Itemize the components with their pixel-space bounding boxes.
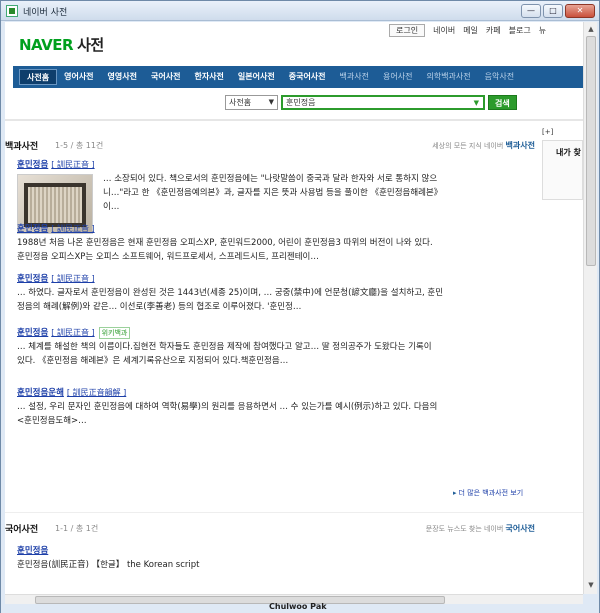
- result-snippet-line: 훈민정음 오피스XP는 오피스 소프트웨어, 워드프로세서, 스프레드시트, 프…: [17, 252, 319, 262]
- section-tag: 문장도 뉴스도 찾는 네이버 국어사전: [426, 523, 535, 534]
- category-tab[interactable]: 사전홈: [19, 69, 58, 85]
- search-input[interactable]: 훈민정음 ▼: [281, 95, 485, 110]
- result-snippet-line: 니…"라고 한 《훈민정음예의본》과, 글자를 지은 뜻과 사용법 등을 풀이한…: [103, 188, 443, 198]
- result-snippet-line: <훈민정음도해>…: [17, 416, 87, 426]
- status-text: Chulwoo Pak: [269, 602, 327, 611]
- gnb-link-blog[interactable]: 블로그: [509, 25, 531, 36]
- naver-logo[interactable]: NAVER 사전: [19, 34, 104, 55]
- encyclopedia-result: 훈민정음[ 訓民正音 ] 위키백과 … 체계를 해설한 책의 이름이다.집현전 학자…: [17, 326, 537, 368]
- category-tab[interactable]: 의학백과사전: [419, 69, 477, 85]
- gnb-link-naver[interactable]: 네이버: [433, 25, 455, 36]
- encyclopedia-header: 백과사전 1-5 / 총 11건 세상의 모든 지식 네이버 백과사전: [5, 139, 535, 153]
- gnb-link-news[interactable]: 뉴: [539, 25, 546, 36]
- section-count: 1-5 / 총 11건: [55, 141, 104, 150]
- chevron-down-icon: ▼: [268, 98, 274, 106]
- category-tab[interactable]: 음악사전: [478, 69, 521, 85]
- app-icon: [6, 5, 18, 17]
- my-search-box: 내가 찾: [542, 140, 583, 200]
- category-tab[interactable]: 중국어사전: [282, 69, 333, 85]
- scroll-thumb[interactable]: [586, 36, 596, 266]
- tag-link[interactable]: 국어사전: [506, 524, 535, 533]
- login-button[interactable]: 로그인: [389, 24, 426, 37]
- section-title: 국어사전: [5, 525, 39, 535]
- encyclopedia-result: 훈민정음[ 訓民正音 ] 1988년 처음 나온 훈민정음은 현재 훈민정음 오피…: [17, 222, 537, 264]
- more-encyclopedia-link[interactable]: ▸ 더 많은 백과사전 보기: [453, 488, 523, 498]
- category-tab[interactable]: 영어사전: [57, 69, 100, 85]
- result-snippet-line: … 소장되어 있다. 책으로서의 훈민정음에는 "나랏말씀이 중국과 달라 한자…: [103, 174, 438, 184]
- category-bar: 사전홈 영어사전 영영사전 국어사전 한자사전 일본어사전 중국어사전 백과사전 용어사전 의학백…: [13, 66, 583, 88]
- section-separator: [5, 512, 583, 513]
- category-tab[interactable]: 영영사전: [101, 69, 144, 85]
- result-title-link[interactable]: 훈민정음: [17, 224, 48, 234]
- gnb-link-mail[interactable]: 메일: [463, 25, 478, 36]
- result-snippet-line: 1988년 처음 나온 훈민정음은 현재 훈민정음 오피스XP, 훈민워드200…: [17, 238, 433, 248]
- category-tab[interactable]: 백과사전: [333, 69, 376, 85]
- maximize-button[interactable]: □: [543, 4, 563, 18]
- encyclopedia-result: 훈민정음[ 訓民正音 ] … 하였다. 글자로서 훈민정음이 완성된 것은 144…: [17, 272, 537, 314]
- status-bar: Chulwoo Pak: [1, 602, 599, 613]
- page-viewport: NAVER 사전 로그인 네이버 메일 카페 블로그 뉴 사전홈 영어사전 영영사전 국…: [5, 22, 583, 594]
- search-bar: 사전홈 ▼ 훈민정음 ▼ 검색: [225, 95, 517, 110]
- result-snippet-line: … 설정, 우리 문자인 훈민정음에 대하여 역학(易學)의 원리를 응용하면서…: [17, 402, 438, 412]
- dictionary-select[interactable]: 사전홈 ▼: [225, 95, 278, 110]
- result-title-link[interactable]: 훈민정음: [17, 546, 48, 556]
- logo-service: 사전: [77, 36, 104, 54]
- result-hanja-link[interactable]: [ 訓民正音韻解 ]: [67, 388, 126, 397]
- result-snippet-line: 이…: [103, 202, 120, 212]
- window-title: 네이버 사전: [23, 8, 68, 18]
- wiki-badge[interactable]: 위키백과: [98, 327, 131, 339]
- search-query: 훈민정음: [286, 98, 316, 107]
- titlebar: 네이버 사전 — □ ✕: [1, 1, 599, 21]
- result-hanja-link[interactable]: [ 訓民正音 ]: [51, 160, 94, 169]
- tag-link[interactable]: 백과사전: [506, 141, 535, 150]
- result-hanja-link[interactable]: [ 訓民正音 ]: [51, 224, 94, 233]
- result-title-link[interactable]: 훈민정음운해: [17, 388, 64, 398]
- result-title-link[interactable]: 훈민정음: [17, 160, 48, 170]
- section-tag: 세상의 모든 지식 네이버 백과사전: [432, 140, 535, 151]
- divider: [5, 119, 583, 121]
- arrow-right-icon: ▸: [453, 489, 457, 497]
- section-title: 백과사전: [5, 142, 39, 152]
- category-tab[interactable]: 국어사전: [144, 69, 187, 85]
- category-tab[interactable]: 일본어사전: [231, 69, 282, 85]
- result-title-link[interactable]: 훈민정음: [17, 274, 48, 284]
- scroll-down-icon[interactable]: ▼: [586, 580, 596, 590]
- close-button[interactable]: ✕: [565, 4, 595, 18]
- tag-text: 세상의 모든 지식 네이버: [432, 142, 504, 150]
- section-count: 1-1 / 총 1건: [55, 524, 99, 533]
- minimize-button[interactable]: —: [521, 4, 541, 18]
- result-hanja-link[interactable]: [ 訓民正音 ]: [51, 274, 94, 283]
- encyclopedia-result: 훈민정음[ 訓民正音 ]… 소장되어 있다. 책으로서의 훈민정음에는 "나랏말…: [17, 158, 537, 234]
- korean-header: 국어사전 1-1 / 총 1건 문장도 뉴스도 찾는 네이버 국어사전: [5, 522, 535, 536]
- result-snippet-line: 정음의 해례(解例)와 같은… 이선로(李善老) 등의 협조로 이루어졌다. '…: [17, 302, 302, 312]
- header: NAVER 사전 로그인 네이버 메일 카페 블로그 뉴: [5, 22, 583, 66]
- side-panel: [+] 내가 찾: [542, 128, 583, 208]
- category-tab[interactable]: 용어사전: [376, 69, 419, 85]
- result-snippet-line: … 하였다. 글자로서 훈민정음이 완성된 것은 1443년(세종 25)이며,…: [17, 288, 444, 298]
- tag-text: 문장도 뉴스도 찾는 네이버: [425, 525, 504, 533]
- encyclopedia-result: 훈민정음운해[ 訓民正音韻解 ] … 설정, 우리 문자인 훈민정음에 대하여 역…: [17, 386, 537, 428]
- result-title-link[interactable]: 훈민정음: [17, 328, 48, 338]
- category-tab[interactable]: 한자사전: [187, 69, 230, 85]
- global-nav: 로그인 네이버 메일 카페 블로그 뉴: [389, 24, 546, 37]
- result-snippet-line: 있다. 《훈민정음 해례본》은 세계기록유산으로 지정되어 있다.책훈민정음…: [17, 356, 289, 366]
- gnb-link-cafe[interactable]: 카페: [486, 25, 501, 36]
- result-snippet-line: … 체계를 해설한 책의 이름이다.집현전 학자들도 훈민정음 제작에 참여했다…: [17, 342, 432, 352]
- side-label: 내가 찾: [556, 148, 581, 157]
- scroll-up-icon[interactable]: ▲: [586, 24, 596, 34]
- dropdown-triangle-icon[interactable]: ▼: [474, 98, 479, 109]
- select-value: 사전홈: [229, 98, 252, 107]
- hscroll-thumb[interactable]: [35, 596, 445, 604]
- expand-toggle[interactable]: [+]: [542, 128, 583, 136]
- browser-window: 네이버 사전 — □ ✕ NAVER 사전 로그인 네이버 메일 카페 블로그 뉴…: [0, 0, 600, 613]
- thumbnail-book-image: [24, 183, 86, 227]
- result-hanja-link[interactable]: [ 訓民正音 ]: [51, 328, 94, 337]
- search-button[interactable]: 검색: [488, 95, 517, 110]
- more-label: 더 많은 백과사전 보기: [458, 489, 524, 497]
- korean-result: 훈민정음 훈민정음(訓民正音) 【한글】 the Korean script: [17, 544, 537, 572]
- result-body: 훈민정음(訓民正音) 【한글】 the Korean script: [17, 560, 200, 570]
- logo-brand: NAVER: [19, 36, 74, 54]
- vertical-scrollbar[interactable]: ▲ ▼: [583, 22, 597, 594]
